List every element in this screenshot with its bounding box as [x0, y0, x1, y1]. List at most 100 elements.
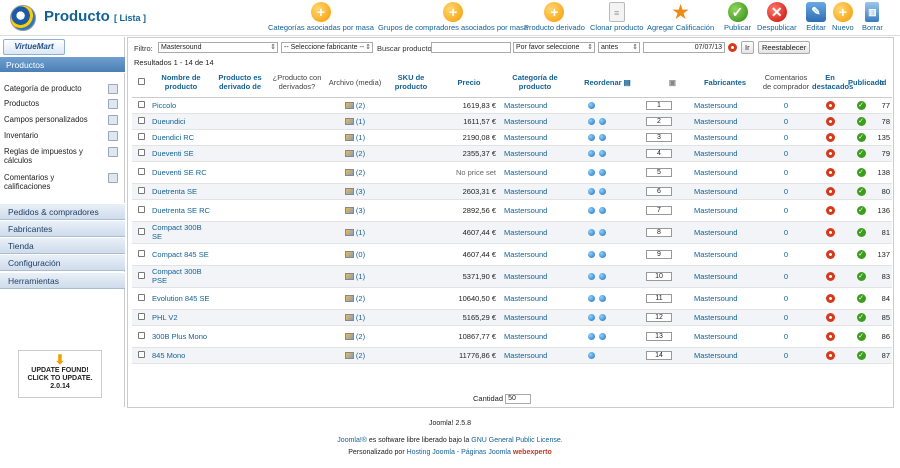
col-fabricantes[interactable]: Fabricantes	[690, 69, 761, 98]
sidebar-section-3[interactable]: Configuración	[0, 254, 125, 271]
published-check-icon[interactable]: ✓	[856, 312, 866, 322]
select-all-checkbox[interactable]	[137, 78, 145, 85]
row-checkbox[interactable]	[137, 293, 145, 301]
manufacturer-link[interactable]: Mastersound	[690, 145, 761, 162]
date-input[interactable]: 07/07/13	[643, 42, 725, 53]
comments-count[interactable]: 0	[760, 161, 813, 184]
published-check-icon[interactable]: ✓	[856, 132, 866, 142]
comments-count[interactable]: 0	[760, 287, 813, 310]
comments-count[interactable]: 0	[760, 265, 813, 288]
row-checkbox[interactable]	[137, 271, 145, 279]
move-up-icon[interactable]	[588, 295, 595, 303]
media-count[interactable]: (2)	[356, 294, 365, 303]
product-name-link[interactable]: Dueventi SE RC	[150, 161, 212, 184]
row-checkbox[interactable]	[137, 249, 145, 257]
comments-count[interactable]: 0	[760, 243, 813, 266]
not-featured-icon[interactable]	[825, 350, 835, 360]
move-up-icon[interactable]	[588, 118, 595, 126]
category-link[interactable]: Mastersound	[500, 243, 570, 266]
row-checkbox[interactable]	[137, 186, 145, 194]
media-icon[interactable]	[344, 273, 354, 281]
order-input[interactable]: 9	[646, 249, 672, 259]
media-icon[interactable]	[344, 102, 354, 110]
move-up-icon[interactable]	[588, 273, 595, 281]
manufacturer-link[interactable]: Mastersound	[690, 287, 761, 310]
clear-date-icon[interactable]	[728, 43, 737, 52]
published-check-icon[interactable]: ✓	[856, 331, 866, 341]
comments-count[interactable]: 0	[760, 183, 813, 200]
row-checkbox[interactable]	[137, 312, 145, 320]
order-input[interactable]: 12	[646, 312, 672, 322]
manufacturer-link[interactable]: Mastersound	[690, 347, 761, 364]
category-link[interactable]: Mastersound	[500, 347, 570, 364]
category-link[interactable]: Mastersound	[500, 129, 570, 146]
move-down-icon[interactable]	[599, 251, 606, 259]
published-check-icon[interactable]: ✓	[856, 249, 866, 259]
move-icon[interactable]	[588, 352, 595, 360]
media-icon[interactable]	[344, 169, 354, 177]
sidebar-section-2[interactable]: Tienda	[0, 237, 125, 254]
published-check-icon[interactable]: ✓	[856, 100, 866, 110]
move-down-icon[interactable]	[599, 134, 606, 142]
move-down-icon[interactable]	[599, 188, 606, 196]
order-input[interactable]: 13	[646, 331, 672, 341]
comments-count[interactable]: 0	[760, 199, 813, 222]
sort-icon[interactable]: ▤	[624, 78, 631, 87]
sidebar-item-0[interactable]: Categoría de producto	[4, 84, 120, 94]
order-input[interactable]: 2	[646, 116, 672, 126]
order-input[interactable]: 10	[646, 271, 672, 281]
product-name-link[interactable]: Duetrenta SE RC	[150, 199, 212, 222]
manufacturer-link[interactable]: Mastersound	[690, 183, 761, 200]
date-type-select[interactable]: Por favor seleccione	[513, 42, 595, 53]
pagination-limit-select[interactable]: 50	[505, 394, 532, 405]
order-input[interactable]: 11	[646, 293, 672, 303]
product-name-link[interactable]: Compact 300B SE	[150, 221, 212, 244]
move-down-icon[interactable]	[599, 169, 606, 177]
sidebar-section-1[interactable]: Fabricantes	[0, 220, 125, 237]
published-check-icon[interactable]: ✓	[856, 186, 866, 196]
row-checkbox[interactable]	[137, 205, 145, 213]
media-count[interactable]: (2)	[356, 351, 365, 360]
product-name-link[interactable]: Evolution 845 SE	[150, 287, 212, 310]
order-input[interactable]: 7	[646, 205, 672, 215]
manufacturer-link[interactable]: Mastersound	[690, 325, 761, 348]
move-up-icon[interactable]	[588, 333, 595, 341]
comments-count[interactable]: 0	[760, 129, 813, 146]
date-relation-select[interactable]: antes	[598, 42, 640, 53]
order-input[interactable]: 3	[646, 132, 672, 142]
product-name-link[interactable]: 300B Plus Mono	[150, 325, 212, 348]
comments-count[interactable]: 0	[760, 309, 813, 326]
col-categoria[interactable]: Categoría de producto	[500, 69, 570, 98]
sidebar-section-productos[interactable]: Productos	[0, 57, 125, 73]
col-reordenar[interactable]: Reordenar ▤ ▣	[570, 69, 691, 98]
not-featured-icon[interactable]	[825, 227, 835, 237]
not-featured-icon[interactable]	[825, 293, 835, 303]
move-up-icon[interactable]	[588, 188, 595, 196]
toolbar-button-0[interactable]: + Categorías asociadas por masa	[268, 2, 374, 34]
not-featured-icon[interactable]	[825, 331, 835, 341]
order-input[interactable]: 6	[646, 186, 672, 196]
row-checkbox[interactable]	[137, 350, 145, 358]
not-featured-icon[interactable]	[825, 116, 835, 126]
media-icon[interactable]	[344, 207, 354, 215]
media-icon[interactable]	[344, 118, 354, 126]
col-publicado[interactable]: Publicado	[848, 69, 884, 98]
media-count[interactable]: (1)	[356, 272, 365, 281]
move-down-icon[interactable]	[599, 207, 606, 215]
media-count[interactable]: (2)	[356, 168, 365, 177]
comments-count[interactable]: 0	[760, 97, 813, 114]
published-check-icon[interactable]: ✓	[856, 205, 866, 215]
row-checkbox[interactable]	[137, 100, 145, 108]
move-down-icon[interactable]	[599, 295, 606, 303]
media-count[interactable]: (1)	[356, 117, 365, 126]
move-up-icon[interactable]	[588, 251, 595, 259]
comments-count[interactable]: 0	[760, 113, 813, 130]
product-name-link[interactable]: Piccolo	[150, 97, 212, 114]
move-down-icon[interactable]	[599, 229, 606, 237]
category-link[interactable]: Mastersound	[500, 325, 570, 348]
category-link[interactable]: Mastersound	[500, 287, 570, 310]
sidebar-item-4[interactable]: Reglas de impuestos y cálculos	[4, 147, 120, 165]
manufacturer-filter-select[interactable]: -- Seleccione fabricante --	[281, 42, 373, 53]
media-icon[interactable]	[344, 188, 354, 196]
published-check-icon[interactable]: ✓	[856, 167, 866, 177]
